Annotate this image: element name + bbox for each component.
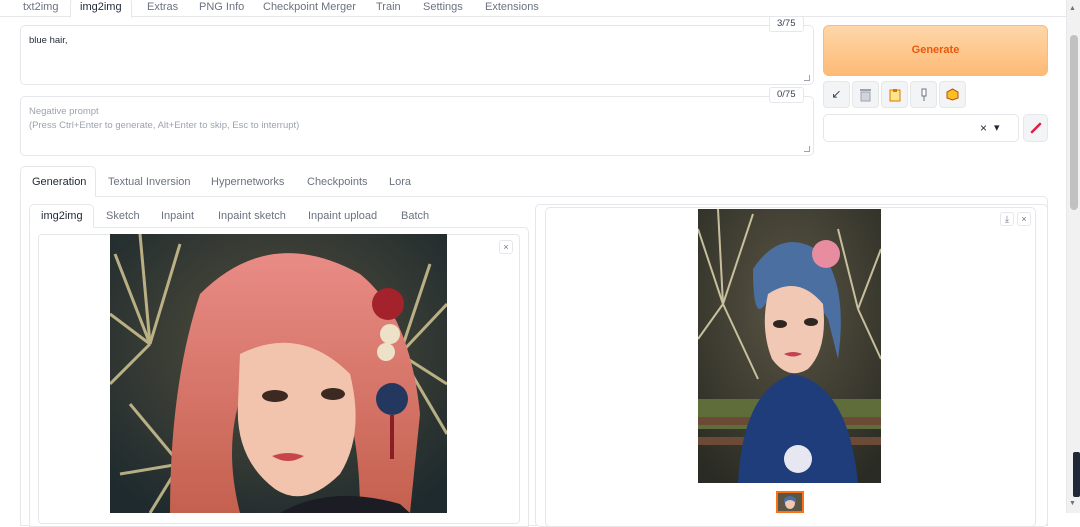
clear-selection-icon[interactable]: ×: [980, 121, 987, 135]
gallery-thumbnail[interactable]: [776, 491, 804, 513]
main-tab-bar: txt2img img2img Extras PNG Info Checkpoi…: [0, 0, 1066, 18]
generated-image[interactable]: [698, 209, 881, 483]
negative-prompt-placeholder-line1: Negative prompt: [29, 106, 99, 117]
tab-train[interactable]: Train: [376, 0, 401, 17]
page-scrollbar[interactable]: ▲ ▼: [1066, 0, 1080, 513]
tab-generation[interactable]: Generation: [32, 175, 86, 189]
scroll-up-arrow[interactable]: ▲: [1069, 5, 1078, 13]
tab-inpaint[interactable]: Inpaint: [161, 209, 194, 223]
trash-icon[interactable]: [852, 81, 879, 108]
negative-prompt-textarea[interactable]: Negative prompt (Press Ctrl+Enter to gen…: [20, 96, 814, 156]
clear-image-icon[interactable]: ×: [499, 240, 513, 254]
source-image: [110, 234, 447, 513]
scrollbar-thumb[interactable]: [1070, 35, 1078, 210]
download-icon[interactable]: ⤓: [1000, 212, 1014, 226]
generate-button[interactable]: Generate: [823, 25, 1048, 76]
tab-extensions[interactable]: Extensions: [485, 0, 539, 17]
tab-inpaint-upload[interactable]: Inpaint upload: [308, 209, 377, 223]
tab-lora[interactable]: Lora: [389, 175, 411, 189]
tab-settings[interactable]: Settings: [423, 0, 463, 17]
tab-sketch[interactable]: Sketch: [106, 209, 140, 223]
prompt-text: blue hair,: [29, 35, 68, 46]
paintbrush-icon: [1030, 122, 1041, 134]
side-handle[interactable]: [1073, 452, 1080, 497]
tab-textual-inversion[interactable]: Textual Inversion: [108, 175, 191, 189]
tab-batch[interactable]: Batch: [401, 209, 429, 223]
tab-inpaint-sketch[interactable]: Inpaint sketch: [218, 209, 286, 223]
tab-img2img[interactable]: img2img: [70, 0, 132, 18]
resize-handle[interactable]: [804, 75, 810, 81]
pin-icon[interactable]: [910, 81, 937, 108]
tab-txt2img[interactable]: txt2img: [23, 0, 58, 17]
box-icon[interactable]: [939, 81, 966, 108]
tab-hypernetworks[interactable]: Hypernetworks: [211, 175, 284, 189]
scroll-down-arrow[interactable]: ▼: [1069, 500, 1078, 508]
styles-dropdown[interactable]: × ▾: [823, 114, 1019, 142]
tab-img2img-input[interactable]: img2img: [41, 209, 83, 223]
negative-prompt-token-counter: 0/75: [769, 87, 804, 103]
tab-checkpoint-merger[interactable]: Checkpoint Merger: [263, 0, 356, 17]
resize-handle[interactable]: [804, 146, 810, 152]
tab-checkpoints[interactable]: Checkpoints: [307, 175, 368, 189]
arrow-down-left-icon[interactable]: ↙: [823, 81, 850, 108]
edit-styles-button[interactable]: [1023, 114, 1048, 142]
chevron-down-icon[interactable]: ▾: [994, 121, 1000, 134]
clipboard-icon[interactable]: [881, 81, 908, 108]
negative-prompt-placeholder-line2: (Press Ctrl+Enter to generate, Alt+Enter…: [29, 120, 300, 131]
tab-png-info[interactable]: PNG Info: [199, 0, 244, 17]
thumbnail-image: [778, 493, 802, 511]
prompt-token-counter: 3/75: [769, 16, 804, 32]
prompt-textarea[interactable]: blue hair,: [20, 25, 814, 85]
close-icon[interactable]: ×: [1017, 212, 1031, 226]
tab-extras[interactable]: Extras: [147, 0, 178, 17]
